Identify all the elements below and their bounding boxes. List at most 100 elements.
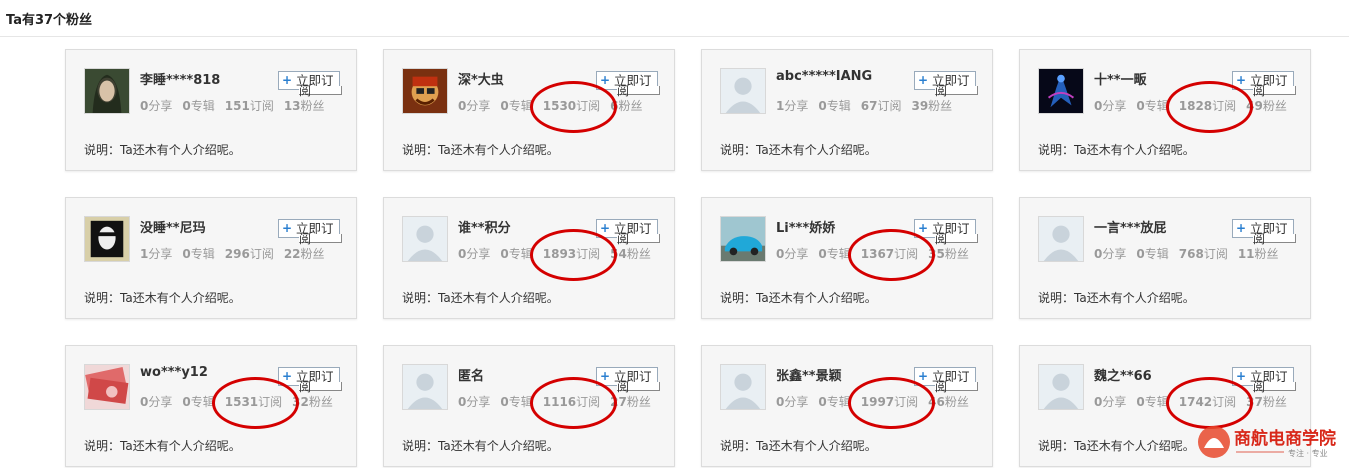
avatar[interactable]	[1038, 68, 1084, 114]
avatar[interactable]	[720, 68, 766, 114]
user-name[interactable]: abc*****IANG	[776, 69, 872, 84]
stat-subscriptions: 1893订阅	[542, 247, 601, 261]
user-description: 说明：Ta还木有个人介绍呢。	[402, 439, 559, 453]
stat-albums: 0专辑	[818, 395, 851, 409]
subscribe-button[interactable]: + 立即订阅	[278, 71, 342, 97]
stat-subscriptions: 1530订阅	[542, 99, 601, 113]
subscribe-button[interactable]: + 立即订阅	[596, 367, 660, 393]
stat-shares: 0分享	[1094, 395, 1127, 409]
user-name[interactable]: 谁**积分	[458, 217, 511, 236]
user-description: 说明：Ta还木有个人介绍呢。	[1038, 439, 1195, 453]
stat-albums: 0专辑	[1136, 247, 1169, 261]
stat-albums: 0专辑	[182, 247, 215, 261]
plus-icon: +	[1236, 221, 1247, 235]
subscribe-button[interactable]: + 立即订阅	[914, 367, 978, 393]
subscribe-button-label-wrap: 阅	[1253, 381, 1296, 393]
avatar[interactable]	[720, 216, 766, 262]
stat-subscriptions: 1116订阅	[542, 395, 601, 409]
user-description: 说明：Ta还木有个人介绍呢。	[402, 143, 559, 157]
avatar[interactable]	[84, 216, 130, 262]
subscribe-button-label-wrap: 阅	[617, 381, 660, 393]
subscribe-button[interactable]: + 立即订阅	[1232, 219, 1296, 245]
stat-albums: 0专辑	[182, 99, 215, 113]
subscribe-button[interactable]: + 立即订阅	[1232, 71, 1296, 97]
user-stats: 0分享 0专辑 1530订阅 6粉丝	[458, 97, 653, 114]
plus-icon: +	[600, 369, 611, 383]
avatar[interactable]	[1038, 216, 1084, 262]
stat-shares: 0分享	[458, 395, 491, 409]
avatar[interactable]	[720, 364, 766, 410]
subscribe-button-label-wrap: 阅	[935, 233, 978, 245]
user-description: 说明：Ta还木有个人介绍呢。	[1038, 143, 1195, 157]
user-stats: 0分享 0专辑 1742订阅 37粉丝	[1094, 393, 1297, 410]
user-stats: 0分享 0专辑 768订阅 11粉丝	[1094, 245, 1289, 262]
watermark-brand: 商航电商学院	[1234, 428, 1336, 449]
user-name[interactable]: 十**一畈	[1094, 69, 1147, 88]
subscribe-button[interactable]: + 立即订阅	[278, 367, 342, 393]
user-name[interactable]: wo***y12	[140, 365, 208, 380]
stat-fans: 54粉丝	[610, 247, 651, 261]
user-name[interactable]: 没睡**尼玛	[140, 217, 206, 236]
user-name[interactable]: Li***娇娇	[776, 217, 835, 236]
user-name[interactable]: 深*大虫	[458, 69, 504, 88]
subscribe-button-label-wrap: 阅	[617, 233, 660, 245]
stat-subscriptions: 1742订阅	[1178, 395, 1237, 409]
user-name[interactable]: 匿名	[458, 365, 484, 384]
stat-subscriptions: 1828订阅	[1178, 99, 1237, 113]
avatar[interactable]	[402, 364, 448, 410]
stat-subscriptions: 1367订阅	[860, 247, 919, 261]
user-stats: 1分享 0专辑 67订阅 39粉丝	[776, 97, 962, 114]
user-description: 说明：Ta还木有个人介绍呢。	[720, 439, 877, 453]
user-description: 说明：Ta还木有个人介绍呢。	[84, 439, 241, 453]
subscribe-button[interactable]: + 立即订阅	[596, 71, 660, 97]
fan-card: 深*大虫 + 立即订阅 0分享 0专辑 1530订阅 6粉丝 说明：Ta还木有个人介绍呢。	[383, 49, 675, 171]
user-name[interactable]: 李睡****818	[140, 69, 220, 88]
stat-shares: 0分享	[776, 395, 809, 409]
stat-shares: 0分享	[140, 99, 173, 113]
subscribe-button[interactable]: + 立即订阅	[596, 219, 660, 245]
fan-card: abc*****IANG + 立即订阅 1分享 0专辑 67订阅 39粉丝说明：Ta还木有个…	[701, 49, 993, 171]
plus-icon: +	[1236, 73, 1247, 87]
user-name[interactable]: 张鑫**景颖	[776, 365, 842, 384]
subscribe-button-label-wrap: 阅	[299, 233, 342, 245]
user-name[interactable]: 一言***放屁	[1094, 217, 1166, 236]
subscribe-button[interactable]: + 立即订阅	[914, 219, 978, 245]
subscribe-button[interactable]: + 立即订阅	[914, 71, 978, 97]
fan-card: 没睡**尼玛 + 立即订阅 1分享 0专辑 296订阅 22粉丝 说明：Ta还木有个人介绍呢。	[65, 197, 357, 319]
stat-shares: 0分享	[458, 247, 491, 261]
stat-fans: 6粉丝	[610, 99, 643, 113]
subscribe-button[interactable]: + 立即订阅	[278, 219, 342, 245]
fan-card: 张鑫**景颖 + 立即订阅 0分享 0专辑 1997订阅 46粉丝 说明：Ta还木有个人介绍呢…	[701, 345, 993, 467]
stat-shares: 0分享	[458, 99, 491, 113]
stat-albums: 0专辑	[1136, 99, 1169, 113]
fan-card: 匿名 + 立即订阅 0分享 0专辑 1116订阅 27粉丝 说明：Ta还木有个人介绍呢。	[383, 345, 675, 467]
fan-card: 谁**积分 + 立即订阅 0分享 0专辑 1893订阅 54粉丝 说明：Ta还木有个人介绍呢。	[383, 197, 675, 319]
user-description: 说明：Ta还木有个人介绍呢。	[720, 291, 877, 305]
fan-card: 一言***放屁 + 立即订阅 0分享 0专辑 768订阅 11粉丝 说明：Ta还木有个人介绍呢…	[1019, 197, 1311, 319]
stat-albums: 0专辑	[500, 247, 533, 261]
avatar[interactable]	[1038, 364, 1084, 410]
user-description: 说明：Ta还木有个人介绍呢。	[720, 143, 877, 157]
stat-fans: 27粉丝	[610, 395, 651, 409]
avatar[interactable]	[402, 68, 448, 114]
plus-icon: +	[282, 369, 293, 383]
subscribe-button-label-wrap: 阅	[299, 381, 342, 393]
avatar[interactable]	[402, 216, 448, 262]
plus-icon: +	[600, 73, 611, 87]
watermark-slogan: 专注 · 专业	[1288, 448, 1328, 458]
user-stats: 1分享 0专辑 296订阅 22粉丝	[140, 245, 335, 262]
stat-fans: 22粉丝	[283, 247, 325, 261]
page-title: Ta有37个粉丝	[6, 13, 93, 28]
user-name[interactable]: 魏之**66	[1094, 365, 1152, 384]
stat-fans: 46粉丝	[928, 395, 969, 409]
stat-shares: 0分享	[1094, 99, 1127, 113]
avatar[interactable]	[84, 364, 130, 410]
user-stats: 0分享 0专辑 151订阅 13粉丝	[140, 97, 335, 114]
stat-albums: 0专辑	[182, 395, 215, 409]
fan-card: wo***y12 + 立即订阅 0分享 0专辑 1531订阅 32粉丝 说明：Ta还木有个人介…	[65, 345, 357, 467]
subscribe-button[interactable]: + 立即订阅	[1232, 367, 1296, 393]
stat-fans: 11粉丝	[1237, 247, 1279, 261]
avatar[interactable]	[84, 68, 130, 114]
fan-card: Li***娇娇 + 立即订阅 0分享 0专辑 1367订阅 35粉丝 说明：Ta还木有个人介绍…	[701, 197, 993, 319]
subscribe-button-label-wrap: 阅	[935, 85, 978, 97]
